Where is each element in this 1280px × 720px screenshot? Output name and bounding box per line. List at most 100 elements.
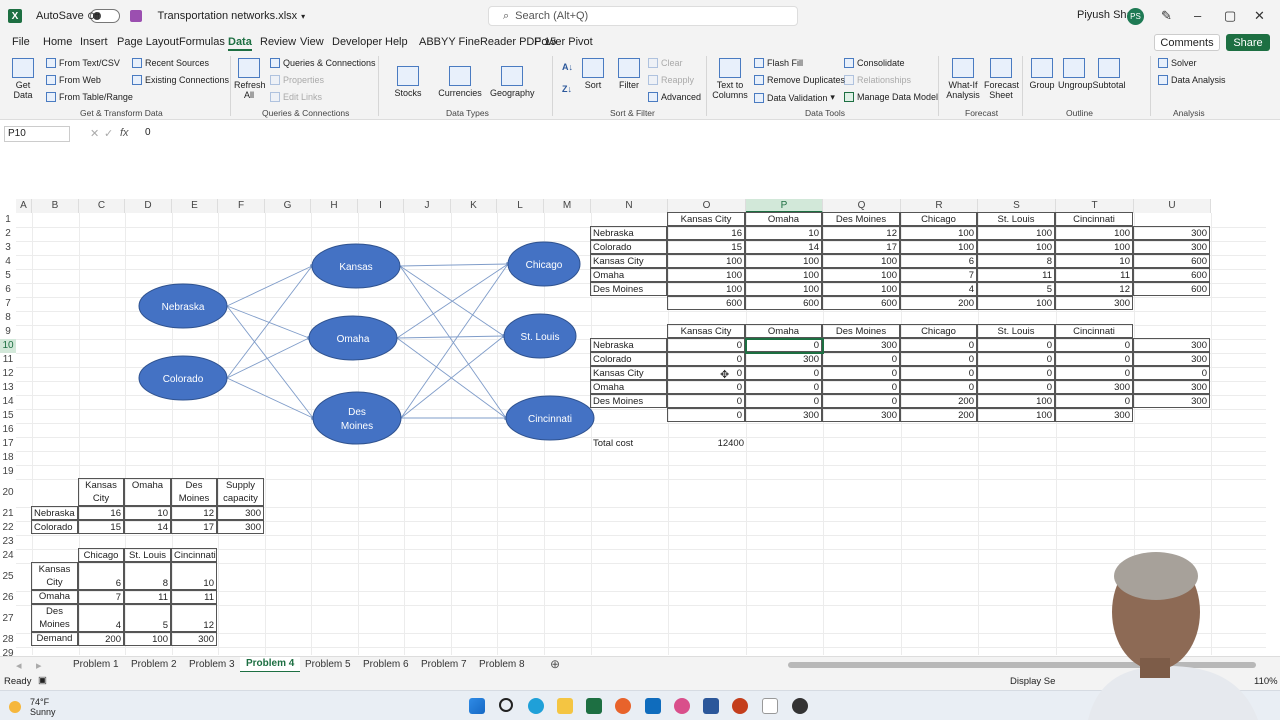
row-header-7[interactable]: 7	[0, 297, 16, 311]
row-header-15[interactable]: 15	[0, 409, 16, 423]
row-header-16[interactable]: 16	[0, 423, 16, 437]
sort-za-button[interactable]: Z↓	[562, 84, 572, 94]
row-header-12[interactable]: 12	[0, 367, 16, 381]
sheet-tab-problem-5[interactable]: Problem 5	[305, 659, 351, 670]
row-header-24[interactable]: 24	[0, 549, 16, 563]
tab-power-pivot[interactable]: Power Pivot	[534, 36, 593, 48]
column-header-f[interactable]: F	[218, 199, 265, 213]
recent-sources-button[interactable]: Recent Sources	[132, 58, 209, 68]
firefox-icon[interactable]	[615, 698, 631, 714]
fx-icon[interactable]: fx	[120, 127, 129, 139]
save-icon[interactable]	[129, 10, 142, 22]
tab-insert[interactable]: Insert	[80, 36, 108, 48]
chevron-down-icon[interactable]: ▾	[301, 12, 305, 21]
pen-icon[interactable]: ✎	[1161, 8, 1172, 24]
stocks-button[interactable]: Stocks	[392, 66, 424, 98]
column-header-r[interactable]: R	[901, 199, 978, 213]
column-header-a[interactable]: A	[16, 199, 32, 213]
column-header-n[interactable]: N	[591, 199, 668, 213]
accessibility-icon[interactable]: ▣	[38, 675, 47, 686]
sheet-tab-problem-7[interactable]: Problem 7	[421, 659, 467, 670]
minimize-icon[interactable]: –	[1194, 8, 1201, 23]
add-sheet-icon[interactable]: ⊕	[550, 657, 560, 671]
ungroup-button[interactable]: Ungroup	[1058, 58, 1093, 90]
row-header-21[interactable]: 21	[0, 507, 16, 521]
row-header-4[interactable]: 4	[0, 255, 16, 269]
row-header-6[interactable]: 6	[0, 283, 16, 297]
avatar[interactable]: PS	[1127, 8, 1144, 25]
search-input[interactable]: ⌕ Search (Alt+Q)	[488, 6, 798, 26]
close-icon[interactable]: ✕	[1254, 8, 1265, 24]
column-header-l[interactable]: L	[497, 199, 544, 213]
network-node[interactable]: Cincinnati	[505, 395, 595, 441]
name-box[interactable]: P10	[4, 126, 70, 142]
column-header-e[interactable]: E	[172, 199, 218, 213]
column-header-c[interactable]: C	[79, 199, 125, 213]
row-header-28[interactable]: 28	[0, 633, 16, 647]
network-node[interactable]: Chicago	[507, 241, 581, 287]
windows-start-icon[interactable]	[469, 698, 485, 714]
relationships-button[interactable]: Relationships	[844, 75, 911, 85]
share-button[interactable]: Share	[1226, 34, 1270, 51]
sort-az-button[interactable]: A↓	[562, 62, 573, 72]
row-header-5[interactable]: 5	[0, 269, 16, 283]
obs-icon[interactable]	[792, 698, 808, 714]
network-node[interactable]: Des Moines	[312, 391, 402, 445]
consolidate-button[interactable]: Consolidate	[844, 58, 905, 68]
row-header-9[interactable]: 9	[0, 325, 16, 339]
weather-widget[interactable]: 74°F Sunny	[9, 697, 56, 717]
clear-button[interactable]: Clear	[648, 58, 683, 68]
solver-button[interactable]: Solver	[1158, 58, 1197, 68]
row-header-8[interactable]: 8	[0, 311, 16, 325]
filter-button[interactable]: Filter	[616, 58, 642, 90]
tab-review[interactable]: Review	[260, 36, 296, 48]
text-to-columns-button[interactable]: Text to Columns	[712, 58, 748, 100]
column-header-q[interactable]: Q	[823, 199, 901, 213]
row-header-19[interactable]: 19	[0, 465, 16, 479]
from-table-button[interactable]: From Table/Range	[46, 92, 133, 102]
from-web-button[interactable]: From Web	[46, 75, 101, 85]
comments-button[interactable]: Comments	[1154, 34, 1220, 51]
file-explorer-icon[interactable]	[557, 698, 573, 714]
network-node[interactable]: Colorado	[138, 355, 228, 401]
confirm-icon[interactable]: ✓	[104, 127, 113, 140]
sheet-tab-problem-1[interactable]: Problem 1	[73, 659, 119, 670]
sheet-tab-problem-2[interactable]: Problem 2	[131, 659, 177, 670]
network-node[interactable]: St. Louis	[503, 313, 577, 359]
outlook-icon[interactable]	[645, 698, 661, 714]
restore-icon[interactable]: ▢	[1224, 8, 1236, 24]
geography-button[interactable]: Geography	[490, 66, 535, 98]
row-header-20[interactable]: 20	[0, 479, 16, 507]
row-header-14[interactable]: 14	[0, 395, 16, 409]
from-text-button[interactable]: From Text/CSV	[46, 58, 120, 68]
forecast-sheet-button[interactable]: Forecast Sheet	[984, 58, 1019, 100]
tab-formulas[interactable]: Formulas	[179, 36, 225, 48]
tab-help[interactable]: Help	[385, 36, 408, 48]
column-header-j[interactable]: J	[404, 199, 451, 213]
tab-data[interactable]: Data	[228, 36, 252, 51]
currencies-button[interactable]: Currencies	[438, 66, 482, 98]
edit-links-button[interactable]: Edit Links	[270, 92, 322, 102]
column-header-s[interactable]: S	[978, 199, 1056, 213]
flash-fill-button[interactable]: Flash Fill	[754, 58, 803, 68]
row-header-18[interactable]: 18	[0, 451, 16, 465]
row-header-3[interactable]: 3	[0, 241, 16, 255]
tab-home[interactable]: Home	[43, 36, 72, 48]
cancel-icon[interactable]: ✕	[90, 127, 99, 140]
row-header-11[interactable]: 11	[0, 353, 16, 367]
row-header-26[interactable]: 26	[0, 591, 16, 605]
network-node[interactable]: Kansas	[311, 243, 401, 289]
node-shape[interactable]	[312, 391, 402, 445]
row-header-2[interactable]: 2	[0, 227, 16, 241]
data-validation-button[interactable]: Data Validation ▾	[754, 92, 835, 103]
queries-connections-button[interactable]: Queries & Connections	[270, 58, 376, 68]
reapply-button[interactable]: Reapply	[648, 75, 694, 85]
data-analysis-button[interactable]: Data Analysis	[1158, 75, 1226, 85]
what-if-button[interactable]: What-If Analysis	[944, 58, 982, 100]
row-header-17[interactable]: 17	[0, 437, 16, 451]
network-node[interactable]: Omaha	[308, 315, 398, 361]
tab-developer[interactable]: Developer	[332, 36, 382, 48]
existing-connections-button[interactable]: Existing Connections	[132, 75, 229, 85]
column-header-b[interactable]: B	[32, 199, 79, 213]
document-title[interactable]: Transportation networks.xlsx	[158, 10, 298, 22]
